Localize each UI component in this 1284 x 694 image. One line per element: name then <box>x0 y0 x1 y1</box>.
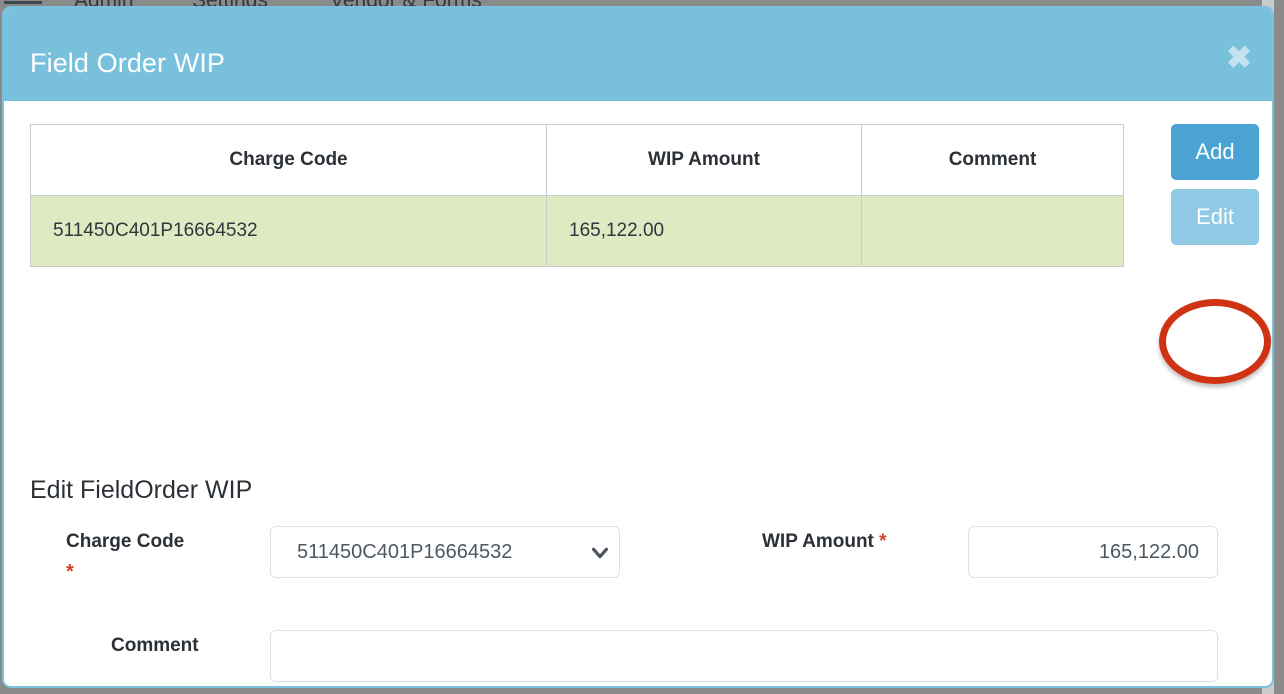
comment-label: Comment <box>111 635 199 656</box>
grid-actions: Add Edit <box>1171 124 1259 245</box>
charge-code-label-text: Charge Code <box>66 531 185 552</box>
comment-input[interactable] <box>270 630 1218 682</box>
page-right-gutter <box>1274 0 1284 694</box>
annotation-ellipse-edit <box>1159 299 1271 384</box>
charge-code-required-marker: * <box>66 561 74 583</box>
cell-comment[interactable] <box>861 195 1124 267</box>
column-header-wip-amount[interactable]: WIP Amount <box>546 124 862 196</box>
column-header-charge-code[interactable]: Charge Code <box>30 124 547 196</box>
add-button[interactable]: Add <box>1171 124 1259 180</box>
wip-amount-label: WIP Amount * <box>762 531 887 553</box>
table-header-row: Charge Code WIP Amount Comment <box>30 124 1124 196</box>
cell-wip-amount[interactable]: 165,122.00 <box>546 195 862 267</box>
column-header-comment[interactable]: Comment <box>861 124 1124 196</box>
charge-code-label: Charge Code * <box>66 531 256 584</box>
wip-amount-input[interactable] <box>968 526 1218 578</box>
modal-title: Field Order WIP <box>30 48 226 78</box>
modal-body: Charge Code WIP Amount Comment 511450C40… <box>4 101 1272 686</box>
field-order-wip-modal: Field Order WIP ✖ Charge Code WIP Amount… <box>2 6 1274 688</box>
edit-button[interactable]: Edit <box>1171 189 1259 245</box>
cell-charge-code[interactable]: 511450C401P16664532 <box>30 195 547 267</box>
wip-amount-required-marker: * <box>879 531 887 552</box>
wip-amount-label-text: WIP Amount <box>762 531 874 552</box>
form-heading: Edit FieldOrder WIP <box>30 476 253 504</box>
modal-header: Field Order WIP ✖ <box>4 8 1272 101</box>
table-row[interactable]: 511450C401P16664532 165,122.00 <box>30 195 1124 267</box>
wip-table: Charge Code WIP Amount Comment 511450C40… <box>30 124 1124 267</box>
close-icon[interactable]: ✖ <box>1226 42 1252 73</box>
charge-code-select[interactable]: 511450C401P16664532 <box>270 526 620 578</box>
